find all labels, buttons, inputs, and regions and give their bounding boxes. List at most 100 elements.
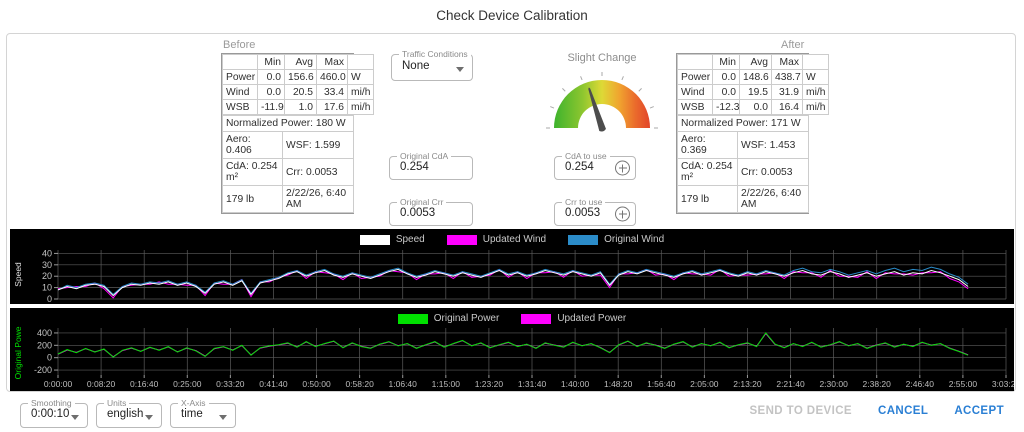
- cda-to-use-field[interactable]: CdA to use 0.254: [554, 156, 636, 180]
- traffic-conditions-select[interactable]: Traffic Conditions None: [391, 54, 473, 81]
- units-select[interactable]: Units english: [96, 403, 162, 428]
- legend-item: Original Power: [398, 313, 500, 324]
- gauge-status-label: Slight Change: [535, 52, 669, 64]
- tick-label: -200: [34, 365, 52, 375]
- gauge-tick: [639, 88, 642, 91]
- tick-label: 1:06:40: [389, 379, 418, 389]
- chevron-down-icon: [145, 415, 153, 420]
- original-crr-label: Original Crr: [397, 197, 446, 207]
- tick-label: 30: [42, 260, 52, 270]
- tick-label: 2:38:20: [863, 379, 892, 389]
- original-cda-label: Original CdA: [397, 151, 451, 161]
- tick-label: 3:03:20: [992, 379, 1014, 389]
- legend-label: Original Power: [434, 313, 500, 324]
- tick-label: 2:05:00: [690, 379, 719, 389]
- power-chart-panel: Original Power Updated Power 0:00:00 0:08:…: [10, 308, 1014, 391]
- table-row: Normalized Power: 180 W: [223, 116, 354, 132]
- power-chart[interactable]: 0:00:000:08:200:16:400:25:000:33:200:41:…: [10, 326, 1014, 391]
- legend-swatch: [447, 235, 477, 245]
- legend-label: Updated Wind: [483, 234, 546, 245]
- accept-button[interactable]: ACCEPT: [954, 405, 1004, 417]
- power-chart-legend: Original Power Updated Power: [10, 308, 1014, 326]
- cda-to-use-label: CdA to use: [562, 151, 610, 161]
- table-row: Wind0.020.533.4mi/h: [223, 85, 374, 100]
- tick-label: 2:21:40: [776, 379, 805, 389]
- table-row: Wind0.019.531.9mi/h: [678, 85, 829, 100]
- original-cda-field[interactable]: Original CdA 0.254: [389, 156, 473, 180]
- table-row: Power0.0148.6438.7W: [678, 70, 829, 85]
- gauge-tick: [562, 88, 565, 91]
- calibration-gauge: Slight Change: [535, 52, 669, 137]
- table-row: WSB-12.30.016.4mi/h: [678, 100, 829, 115]
- table-row: 179 lb2/22/26, 6:40 AM: [223, 186, 354, 213]
- crr-to-use-field[interactable]: Crr to use 0.0053: [554, 202, 636, 226]
- gauge-tick: [650, 107, 654, 109]
- speed-chart-panel: Speed Updated Wind Original Wind 010 2030 40…: [10, 229, 1014, 304]
- crr-to-use-label: Crr to use: [562, 197, 605, 207]
- speed-chart[interactable]: 010203040Speed: [10, 247, 1014, 304]
- table-row: 179 lb2/22/26, 6:40 AM: [678, 186, 809, 213]
- legend-swatch: [568, 235, 598, 245]
- table-row: CdA: 0.254 m²Crr: 0.0053: [678, 159, 809, 186]
- tick-label: 200: [37, 340, 52, 350]
- table-row: Aero: 0.406WSF: 1.599: [223, 132, 354, 159]
- gauge-tick: [550, 107, 554, 109]
- table-row: Power0.0156.6460.0W: [223, 70, 374, 85]
- tick-label: 0:16:40: [130, 379, 159, 389]
- tick-label: 40: [42, 248, 52, 258]
- before-label: Before: [223, 39, 255, 51]
- tick-label: 1:56:40: [647, 379, 676, 389]
- series-speed: [58, 269, 968, 295]
- after-details-table: Normalized Power: 171 WAero: 0.369WSF: 1…: [677, 115, 809, 213]
- tick-label: 0:33:20: [216, 379, 245, 389]
- tick-label: 0:00:00: [44, 379, 73, 389]
- legend-label: Original Wind: [604, 234, 664, 245]
- tick-label: 0:50:00: [302, 379, 331, 389]
- tick-label: 0:08:20: [87, 379, 116, 389]
- table-row: CdA: 0.254 m²Crr: 0.0053: [223, 159, 354, 186]
- tick-label: 2:30:00: [819, 379, 848, 389]
- after-stats-table: MinAvgMaxPower0.0148.6438.7WWind0.019.53…: [677, 54, 829, 115]
- tick-label: 1:31:40: [518, 379, 547, 389]
- legend-item: Updated Wind: [447, 234, 546, 245]
- tick-label: 20: [42, 271, 52, 281]
- cda-increment-button[interactable]: [615, 161, 630, 176]
- gauge-dial: [537, 66, 667, 132]
- tick-label: 0: [47, 353, 52, 363]
- crr-increment-button[interactable]: [615, 207, 630, 222]
- cancel-button[interactable]: CANCEL: [878, 405, 928, 417]
- page-title: Check Device Calibration: [0, 8, 1024, 23]
- tick-label: 0:41:40: [259, 379, 288, 389]
- tick-label: 0:58:20: [345, 379, 374, 389]
- footer-bar: Smoothing 0:00:10 Units english X-Axis t…: [0, 392, 1024, 432]
- y-axis-label: Original Power: [13, 326, 23, 379]
- chevron-down-icon: [71, 415, 79, 420]
- xaxis-select[interactable]: X-Axis time: [170, 403, 236, 428]
- after-label: After: [781, 39, 804, 51]
- gauge-tick: [622, 76, 624, 80]
- tick-label: 2:46:40: [906, 379, 935, 389]
- legend-label: Speed: [396, 234, 425, 245]
- legend-item: Speed: [360, 234, 425, 245]
- smoothing-select[interactable]: Smoothing 0:00:10: [20, 403, 88, 428]
- calibration-panel: Before MinAvgMaxPower0.0156.6460.0WWind0…: [6, 33, 1016, 392]
- smoothing-label: Smoothing: [28, 398, 75, 408]
- legend-item: Updated Power: [521, 313, 626, 324]
- original-crr-field[interactable]: Original Crr 0.0053: [389, 202, 473, 226]
- table-row: Normalized Power: 171 W: [678, 116, 809, 132]
- tick-label: 10: [42, 283, 52, 293]
- chevron-down-icon: [219, 415, 227, 420]
- after-card: MinAvgMaxPower0.0148.6438.7WWind0.019.53…: [676, 53, 809, 214]
- legend-item: Original Wind: [568, 234, 664, 245]
- tick-label: 1:15:00: [432, 379, 461, 389]
- tick-label: 1:23:20: [475, 379, 504, 389]
- table-header-row: MinAvgMax: [678, 55, 829, 70]
- chevron-down-icon: [456, 67, 464, 72]
- before-card: MinAvgMaxPower0.0156.6460.0WWind0.020.53…: [221, 53, 354, 214]
- send-to-device-button[interactable]: SEND TO DEVICE: [749, 405, 852, 417]
- units-label: Units: [104, 398, 129, 408]
- table-header-row: MinAvgMax: [223, 55, 374, 70]
- traffic-conditions-label: Traffic Conditions: [399, 49, 471, 59]
- before-details-table: Normalized Power: 180 WAero: 0.406WSF: 1…: [222, 115, 354, 213]
- tick-label: 0: [47, 294, 52, 304]
